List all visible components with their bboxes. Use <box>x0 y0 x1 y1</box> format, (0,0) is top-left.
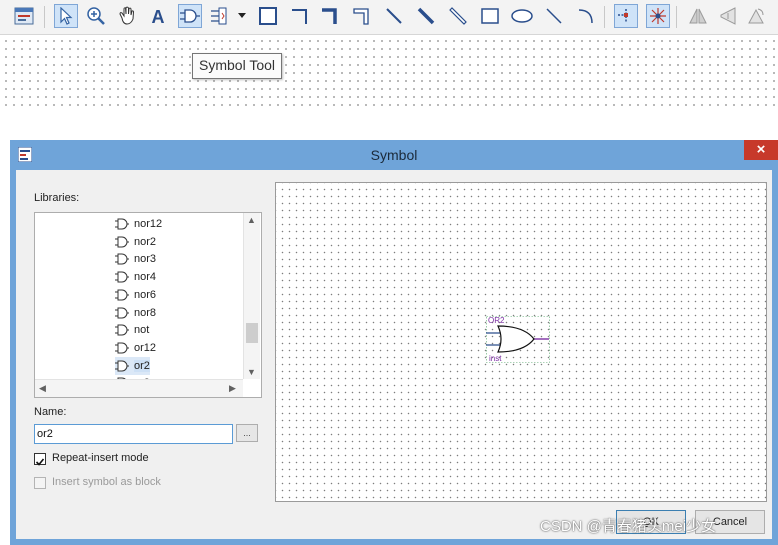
symbol-icon <box>115 342 129 354</box>
partial-line-selection-icon[interactable] <box>614 4 638 28</box>
orthogonal-conduit-tool-icon[interactable] <box>350 4 374 28</box>
text-tool-icon[interactable]: A <box>146 4 170 28</box>
list-item-label: nor2 <box>134 235 157 248</box>
repeat-insert-label: Repeat-insert mode <box>52 452 149 464</box>
oval-tool-icon[interactable] <box>510 4 534 28</box>
list-item[interactable]: nor4 <box>115 268 156 286</box>
pin-tool-icon[interactable] <box>208 4 232 28</box>
list-item-label: nor8 <box>134 306 157 319</box>
name-field[interactable]: or2 <box>34 424 233 444</box>
dialog-title: Symbol <box>370 147 418 163</box>
browse-button[interactable]: ... <box>236 424 258 442</box>
symbol-preview: OR2 inst <box>275 182 767 502</box>
name-label: Name: <box>34 406 67 418</box>
list-item-label: or12 <box>134 341 157 354</box>
list-item-label: nor12 <box>134 218 163 230</box>
list-item-label: not <box>134 324 150 337</box>
symbol-icon <box>115 218 129 230</box>
close-button[interactable]: × <box>744 140 778 160</box>
orthogonal-bus-tool-icon[interactable] <box>318 4 342 28</box>
symbol-type-label: OR2 <box>488 316 505 325</box>
list-item-label: nor3 <box>134 253 157 266</box>
orthogonal-node-tool-icon[interactable] <box>288 4 312 28</box>
dialog-body: Libraries: nor12 nor2 nor3 nor4 nor6 nor8 not o… <box>16 170 772 539</box>
list-item-label: or2 <box>134 359 150 372</box>
properties-icon[interactable] <box>12 4 36 28</box>
scroll-left-icon[interactable]: ◀ <box>39 383 46 394</box>
rotate-icon <box>744 4 768 28</box>
rectangle-tool-icon[interactable] <box>256 4 280 28</box>
list-item[interactable]: nor8 <box>115 304 156 322</box>
list-item[interactable]: nor2 <box>115 233 156 251</box>
list-item[interactable]: nor12 <box>115 215 162 233</box>
insert-as-block-checkbox <box>34 477 46 489</box>
list-item-label: nor6 <box>134 288 157 301</box>
scroll-thumb[interactable] <box>246 323 258 343</box>
watermark: CSDN @青春猪头mei少女 <box>540 518 717 535</box>
svg-text:A: A <box>152 7 165 26</box>
hand-tool-icon[interactable] <box>116 4 140 28</box>
scroll-down-icon[interactable]: ▼ <box>247 367 256 377</box>
toolbar: A <box>0 0 778 35</box>
list-item[interactable]: or2 <box>115 356 150 375</box>
selection-tool-icon[interactable] <box>54 4 78 28</box>
pin-tool-dropdown-icon[interactable] <box>234 4 250 28</box>
symbol-icon <box>115 236 129 248</box>
line-tool-icon[interactable] <box>542 4 566 28</box>
scroll-up-icon[interactable]: ▲ <box>247 215 256 225</box>
node-tool-icon[interactable] <box>382 4 406 28</box>
dialog-titlebar[interactable]: Symbol × <box>10 140 778 170</box>
libraries-label: Libraries: <box>34 192 80 204</box>
rectangle-shape-icon[interactable] <box>478 4 502 28</box>
symbol-icon <box>115 253 129 265</box>
insert-as-block-label: Insert symbol as block <box>52 476 161 488</box>
list-item[interactable]: or12 <box>115 339 156 357</box>
zoom-tool-icon[interactable] <box>84 4 108 28</box>
symbol-icon <box>115 271 129 283</box>
checkmark-icon <box>35 458 45 466</box>
symbol-icon <box>115 324 129 336</box>
list-item[interactable]: nor6 <box>115 286 156 304</box>
bus-tool-icon[interactable] <box>414 4 438 28</box>
symbol-dialog: Symbol × Libraries: nor12 nor2 nor3 nor4 nor… <box>10 140 778 545</box>
list-item[interactable]: nor3 <box>115 250 156 268</box>
vertical-scrollbar[interactable]: ▲ ▼ <box>243 213 260 379</box>
libraries-tree[interactable]: nor12nor2nor3nor4nor6nor8notor12or2or3 ▲… <box>34 212 262 398</box>
symbol-icon <box>115 360 129 372</box>
flip-vertical-icon <box>716 4 740 28</box>
repeat-insert-checkbox[interactable] <box>34 453 46 466</box>
horizontal-scrollbar[interactable]: ◀ ▶ <box>35 379 243 397</box>
arc-tool-icon[interactable] <box>574 4 598 28</box>
list-item-label: nor4 <box>134 271 157 284</box>
list-item[interactable]: not <box>115 321 149 339</box>
scroll-right-icon[interactable]: ▶ <box>229 383 236 394</box>
rubberbanding-icon[interactable] <box>646 4 670 28</box>
symbol-editor-canvas[interactable] <box>0 35 778 108</box>
symbol-tool-icon[interactable] <box>178 4 202 28</box>
symbol-tool-tooltip: Symbol Tool <box>192 53 283 79</box>
flip-horizontal-icon <box>686 4 710 28</box>
symbol-icon <box>115 289 129 301</box>
instance-name-label: inst <box>489 354 502 363</box>
symbol-icon <box>115 307 129 318</box>
conduit-tool-icon[interactable] <box>446 4 470 28</box>
